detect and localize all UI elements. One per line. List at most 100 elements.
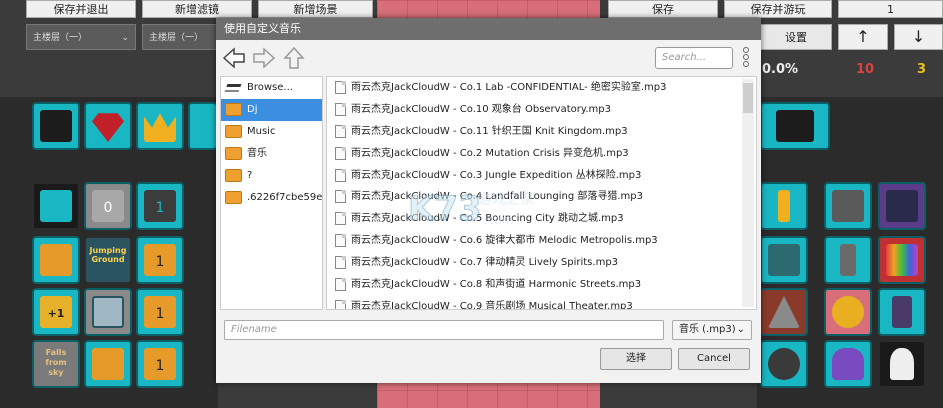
red-count: 10 [856,62,875,77]
arch-tile[interactable] [760,236,808,284]
ghost-tile-purple[interactable] [824,340,872,388]
flower-tile[interactable] [824,288,872,336]
flower-icon [832,296,864,328]
file-item[interactable]: 雨云杰克JackCloudW - Co.1 Lab -CONFIDENTIAL-… [327,77,756,99]
saw-icon [768,348,800,380]
door-tile[interactable] [878,288,926,336]
glass-block-tile[interactable] [84,288,132,336]
one-orange-tile-3[interactable]: 1 [136,340,184,388]
file-item[interactable]: 雨云杰克JackCloudW - Co.2 Mutation Crisis 异变… [327,143,756,165]
arcade-icon [886,190,918,222]
orange-block-tile-2[interactable] [84,340,132,388]
orange-block-icon [40,244,72,276]
crate-tile[interactable] [824,182,872,230]
file-name-label: 雨云杰克JackCloudW - Co.11 针织王国 Knit Kingdom… [351,125,628,137]
stack-icon [840,244,856,276]
gem-icon [92,113,124,142]
sidebar-item-2[interactable]: Music [221,121,322,143]
more-options-icon[interactable] [741,47,751,71]
sidebar-item-1[interactable]: Dj [221,99,322,121]
file-item[interactable]: 雨云杰克JackCloudW - Co.7 律动精灵 Lively Spirit… [327,252,756,274]
saw-tile[interactable] [760,340,808,388]
file-type-label: 音乐 (.mp3) [679,324,736,335]
jumping-ground-label: Jumping Ground [89,246,127,264]
sidebar-item-label: .6226f7cbe59e99a [247,192,323,203]
folder-icon [225,191,242,204]
one-block-tile[interactable]: 1 [136,182,184,230]
one-orange-label-3: 1 [144,348,176,380]
yellow-pillar-tile[interactable] [760,182,808,230]
stack-tile[interactable] [824,236,872,284]
file-item[interactable]: 雨云杰克JackCloudW - Co.11 针织王国 Knit Kingdom… [327,121,756,143]
sidebar-item-4[interactable]: ? [221,165,322,187]
file-item[interactable]: 雨云杰克JackCloudW - Co.9 音乐剧场 Musical Theat… [327,296,756,309]
jumping-ground-tile[interactable]: Jumping Ground [84,236,132,284]
file-icon [335,81,346,94]
tile-partial[interactable] [188,102,218,150]
file-icon [335,168,346,182]
add-scene-button[interactable]: 新增场景 [258,0,373,18]
pyramid-icon [768,296,800,328]
file-name-label: 雨云杰克JackCloudW - Co.2 Mutation Crisis 异变… [351,147,629,159]
browse-icon [224,84,242,92]
file-list-scrollbar[interactable] [742,79,754,307]
crown-icon [144,113,176,142]
svg-text:.com: .com [484,213,513,227]
scrollbar-thumb[interactable] [743,83,753,113]
save-exit-button[interactable]: 保存并退出 [26,0,136,18]
folder-icon [225,103,242,116]
sidebar-item-5[interactable]: .6226f7cbe59e99a [221,187,322,209]
file-name-label: 雨云杰克JackCloudW - Co.8 和声街道 Harmonic Stre… [351,279,642,291]
layer-select-2[interactable]: 主楼层（一） [142,24,222,50]
filename-input[interactable]: Filename [224,320,664,340]
plus-one-tile[interactable]: +1 [32,288,80,336]
trash-tile[interactable] [32,102,80,150]
color-grid-tile[interactable] [878,236,926,284]
one-orange-label-2: 1 [144,296,176,328]
gem-tile[interactable] [84,102,132,150]
orange-block-tile[interactable] [32,236,80,284]
search-input[interactable]: Search... [655,47,733,69]
falls-from-sky-tile[interactable]: Falls from sky [32,340,80,388]
edit-tile[interactable] [760,102,830,150]
chevron-down-icon: ⌄ [736,324,745,335]
sidebar-item-3[interactable]: 音乐 [221,143,322,165]
trash-tile-2[interactable] [32,182,80,230]
pencil-icon [776,110,814,142]
one-orange-tile-2[interactable]: 1 [136,288,184,336]
zero-block-tile[interactable]: 0 [84,182,132,230]
move-up-button[interactable]: ↑ [838,24,888,50]
file-item[interactable]: 雨云杰克JackCloudW - Co.10 观象台 Observatory.m… [327,99,756,121]
svg-text:游戏之家: 游戏之家 [478,191,534,208]
save-button[interactable]: 保存 [608,0,718,18]
forward-arrow-icon[interactable] [252,46,276,70]
file-name-label: 雨云杰克JackCloudW - Co.7 律动精灵 Lively Spirit… [351,257,619,269]
folder-icon [225,125,242,138]
settings-button[interactable]: 设置 [760,24,832,50]
arcade-tile[interactable] [878,182,926,230]
ghost-icon [890,348,914,380]
file-icon [335,146,346,160]
select-button[interactable]: 选择 [600,348,672,370]
sidebar-item-0[interactable]: Browse... [221,77,322,99]
move-down-button[interactable]: ↓ [894,24,943,50]
ghost-tile-white[interactable] [878,340,926,388]
file-item[interactable]: 雨云杰克JackCloudW - Co.8 和声街道 Harmonic Stre… [327,274,756,296]
one-orange-label: 1 [144,244,176,276]
add-filter-button[interactable]: 新增滤镜 [142,0,252,18]
file-icon [335,299,346,309]
counter-field[interactable]: 1 [838,0,943,18]
layer-select-1[interactable]: 主楼层（一） ⌄ [26,24,136,50]
one-orange-tile[interactable]: 1 [136,236,184,284]
crown-tile[interactable] [136,102,184,150]
up-folder-arrow-icon[interactable] [282,46,306,70]
svg-text:K73: K73 [408,189,482,229]
back-arrow-icon[interactable] [222,46,246,70]
watermark-logo: K73 游戏之家 .com [408,189,535,230]
door-icon [892,296,912,328]
arch-icon [768,244,800,276]
cancel-button[interactable]: Cancel [678,348,750,370]
file-type-select[interactable]: 音乐 (.mp3) ⌄ [672,320,752,340]
spike-tile[interactable] [760,288,808,336]
save-play-button[interactable]: 保存并游玩 [724,0,832,18]
